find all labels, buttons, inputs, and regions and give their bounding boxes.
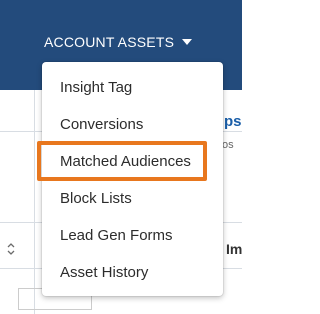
menu-item-lead-gen-forms[interactable]: Lead Gen Forms	[60, 227, 173, 244]
sort-icon[interactable]	[6, 241, 16, 257]
background-heading-fragment: ps	[224, 113, 242, 130]
menu-item-conversions[interactable]: Conversions	[60, 116, 143, 133]
caret-down-icon	[182, 39, 193, 45]
menu-item-block-lists[interactable]: Block Lists	[60, 190, 132, 207]
account-assets-label: ACCOUNT ASSETS	[44, 34, 175, 50]
account-assets-menu[interactable]: ACCOUNT ASSETS	[44, 34, 194, 50]
background-subtext-fragment: os	[222, 139, 234, 151]
matched-audiences-highlight-box	[37, 141, 207, 181]
menu-item-insight-tag[interactable]: Insight Tag	[60, 79, 132, 96]
menu-item-asset-history[interactable]: Asset History	[60, 264, 148, 281]
background-column-header-fragment: Im	[226, 241, 243, 257]
background-column-divider	[34, 90, 35, 314]
